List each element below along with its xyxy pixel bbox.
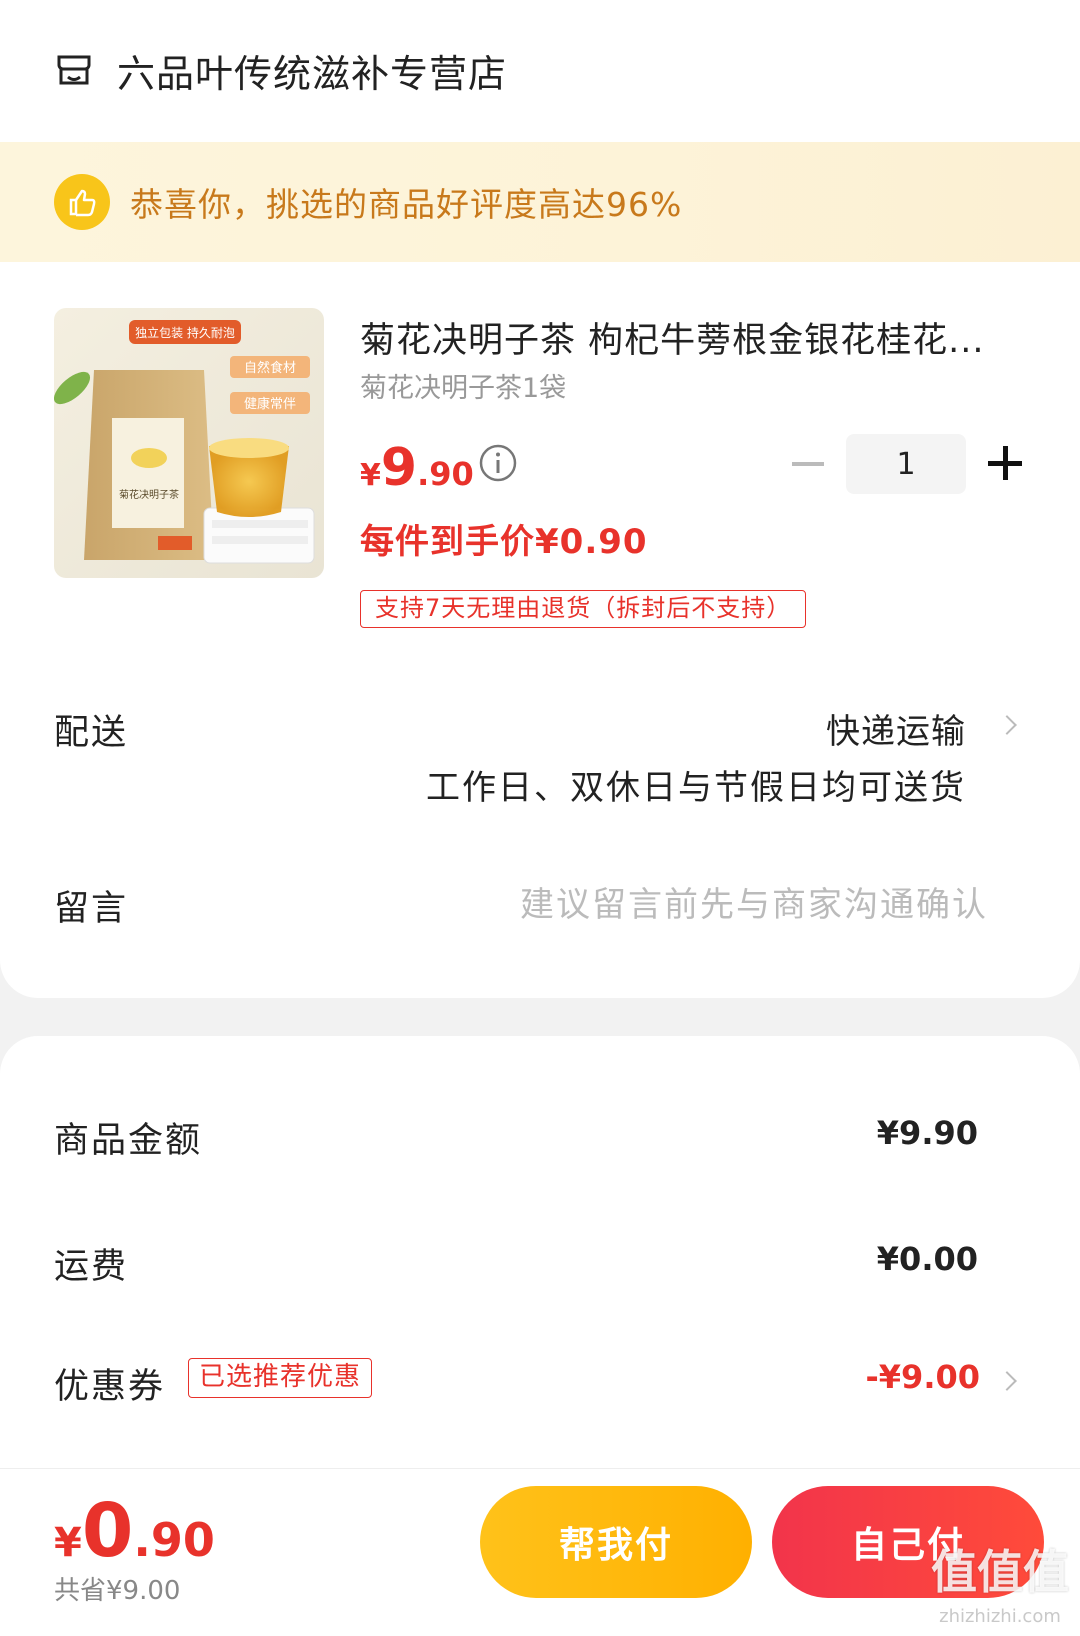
quantity-input[interactable]: 1 [846, 434, 966, 494]
price-currency: ¥ [360, 458, 381, 493]
delivery-note: 工作日、双休日与节假日均可送货 [426, 768, 966, 808]
shipping-value: ¥0.00 [876, 1240, 978, 1278]
net-price: 每件到手价¥0.90 [360, 522, 648, 562]
image-tag-1: 自然食材 [244, 360, 296, 376]
coupon-value[interactable]: -¥9.00 [866, 1358, 981, 1396]
watermark-logo: 值值值 [931, 1545, 1069, 1599]
price-integer: 9 [380, 438, 418, 498]
order-card: 六品叶传统滋补专营店 恭喜你，挑选的商品好评度高达96% 独立包装 持久耐泡 自… [0, 0, 1080, 998]
banner-text: 恭喜你，挑选的商品好评度高达96% [130, 185, 683, 224]
delivery-label: 配送 [54, 713, 129, 753]
total-currency: ¥ [54, 1520, 82, 1566]
saved-amount: 共省¥9.00 [54, 1576, 181, 1606]
goods-amount-label: 商品金额 [54, 1121, 203, 1161]
message-input[interactable] [428, 880, 988, 930]
image-bag-text: 菊花决明子茶 [119, 488, 179, 501]
coupon-label: 优惠券 [54, 1367, 166, 1407]
total-integer: 0 [81, 1488, 134, 1574]
product-image[interactable]: 独立包装 持久耐泡 自然食材 健康常伴 菊花决明子茶 [54, 308, 324, 578]
store-name: 六品叶传统滋补专营店 [117, 51, 508, 96]
return-policy-tag: 支持7天无理由退货（拆封后不支持） [360, 590, 807, 628]
product-title[interactable]: 菊花决明子茶 枸杞牛蒡根金银花桂花... [360, 312, 1025, 363]
checkout-page: 六品叶传统滋补专营店 恭喜你，挑选的商品好评度高达96% 独立包装 持久耐泡 自… [0, 0, 1080, 1636]
goods-amount-value: ¥9.90 [876, 1114, 978, 1152]
shipping-label: 运费 [54, 1247, 129, 1287]
total-decimal: .90 [133, 1513, 215, 1567]
delivery-method[interactable]: 快递运输 [826, 704, 966, 753]
quantity-increase-button[interactable] [988, 446, 1022, 480]
total-price: ¥ 0 .90 [54, 1488, 215, 1574]
coupon-status-tag: 已选推荐优惠 [188, 1358, 373, 1398]
image-top-label: 独立包装 持久耐泡 [135, 325, 235, 340]
quantity-decrease-button[interactable] [792, 462, 824, 466]
chevron-right-icon[interactable] [997, 715, 1017, 735]
store-icon [57, 55, 91, 85]
image-tag-2: 健康常伴 [244, 396, 296, 412]
info-icon[interactable] [478, 443, 518, 483]
store-header[interactable]: 六品叶传统滋补专营店 [0, 0, 1080, 140]
unit-price: ¥ 9 .90 [360, 438, 474, 498]
product-spec[interactable]: 菊花决明子茶1袋 [360, 366, 566, 405]
help-me-pay-button[interactable]: 帮我付 [480, 1486, 752, 1598]
rating-banner: 恭喜你，挑选的商品好评度高达96% [0, 142, 1080, 262]
message-label: 留言 [54, 889, 129, 929]
watermark-url: zhizhizhi.com [939, 1606, 1061, 1627]
thumbs-up-icon [54, 174, 110, 230]
price-decimal: .90 [417, 455, 474, 493]
